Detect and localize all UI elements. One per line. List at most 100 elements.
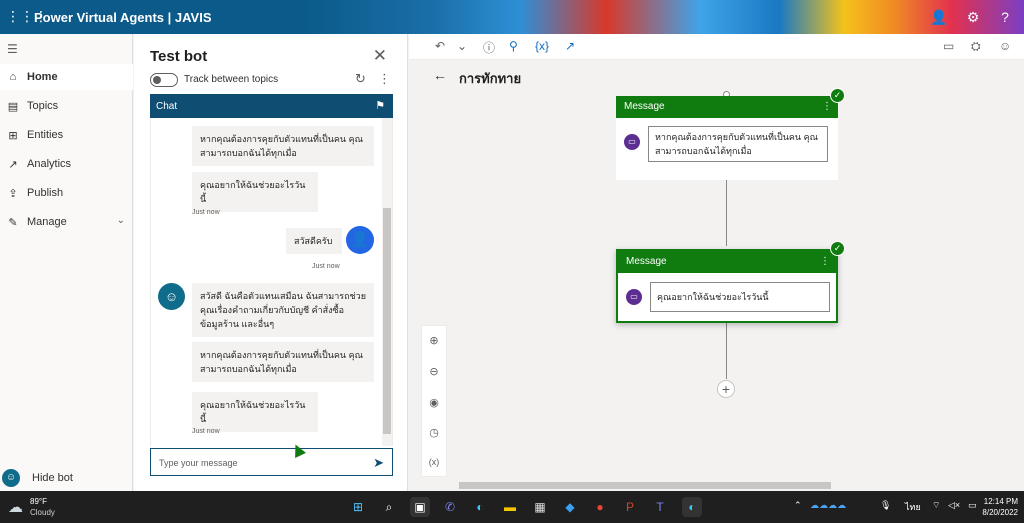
hide-bot-button[interactable]: ☺ Hide bot bbox=[0, 466, 133, 490]
account-icon[interactable]: 👤 bbox=[930, 8, 948, 26]
timestamp: Just now bbox=[312, 263, 340, 270]
hamburger-icon[interactable]: ☰ bbox=[7, 42, 18, 56]
nav-item-analytics[interactable]: ↗ Analytics bbox=[0, 151, 133, 177]
topic-title: การทักทาย bbox=[459, 71, 522, 86]
nav-item-topics[interactable]: ▤ Topics bbox=[0, 93, 133, 119]
track-label: Track between topics bbox=[184, 74, 279, 85]
onedrive-icon[interactable]: ☁☁☁☁ bbox=[810, 500, 846, 511]
add-node-button[interactable]: + bbox=[717, 380, 735, 398]
nav-item-label: Topics bbox=[27, 100, 59, 112]
search-icon[interactable]: ⌕ bbox=[379, 497, 399, 517]
system-clock[interactable]: 12:14 PM 8/20/2022 bbox=[982, 496, 1018, 518]
analytics-icon: ↗ bbox=[8, 158, 18, 171]
windows-taskbar: ☁ 89°F Cloudy ⊞ ⌕ ▣ ✆ ◐ ▬ ▦ ◆ ● P T ◐ ⌃ … bbox=[0, 491, 1024, 523]
zoom-in-icon[interactable]: ⊕ bbox=[422, 334, 446, 347]
mic-icon[interactable]: 🎙 bbox=[880, 500, 891, 511]
wifi-icon[interactable]: ⌔ bbox=[932, 500, 940, 511]
topic-checker-icon[interactable]: ⚲ bbox=[509, 39, 518, 53]
more-icon[interactable]: ⋮ bbox=[820, 251, 830, 273]
message-node-selected[interactable]: Message ⋮ ▭ คุณอยากให้ฉันช่วยอะไรวันนี้ bbox=[616, 249, 838, 323]
chrome-icon[interactable]: ● bbox=[590, 497, 610, 517]
track-toggle[interactable] bbox=[150, 73, 178, 87]
flag-icon[interactable]: ⚑ bbox=[375, 99, 385, 112]
publish-icon: ⇪ bbox=[8, 187, 18, 200]
check-icon: ✓ bbox=[830, 88, 845, 103]
bot-message: หากคุณต้องการคุยกับตัวแทนที่เป็นคน คุณ ส… bbox=[192, 342, 374, 382]
authoring-canvas[interactable]: ↶ ⌄ ⓘ ⚲ {x} ↗ ▭ ⛭ ☺ ← การทักทาย Message … bbox=[409, 34, 1024, 491]
more-icon[interactable]: ⋮ bbox=[378, 71, 391, 87]
edge-active-icon[interactable]: ◐ bbox=[682, 497, 702, 517]
history-icon[interactable]: ◷ bbox=[422, 426, 446, 439]
bot-avatar: ☺ bbox=[158, 283, 185, 310]
analytics-icon[interactable]: ↗ bbox=[565, 39, 575, 53]
app-title: Power Virtual Agents | JAVIS bbox=[34, 10, 212, 25]
settings-icon[interactable]: ⚙ bbox=[964, 8, 982, 26]
timestamp: Just now bbox=[192, 209, 220, 216]
header-decoration bbox=[304, 0, 1024, 34]
hide-bot-label: Hide bot bbox=[32, 472, 73, 484]
flow-connector bbox=[726, 180, 727, 246]
manage-icon: ✎ bbox=[8, 216, 18, 229]
nav-item-entities[interactable]: ⊞ Entities bbox=[0, 122, 133, 148]
message-icon: ▭ bbox=[626, 289, 642, 305]
fit-view-icon[interactable]: ◉ bbox=[422, 396, 446, 409]
chevron-down-icon[interactable]: ⌄ bbox=[457, 39, 467, 53]
app-header: ⋮⋮⋮ Power Virtual Agents | JAVIS 👤 ⚙ ? bbox=[0, 0, 1024, 34]
task-view-icon[interactable]: ▣ bbox=[410, 497, 430, 517]
home-icon: ⌂ bbox=[9, 71, 17, 83]
cloud-icon[interactable]: ☁ bbox=[8, 498, 23, 516]
send-icon[interactable]: ➤ bbox=[373, 455, 384, 471]
canvas-hscrollbar[interactable] bbox=[459, 482, 831, 489]
powerpoint-icon[interactable]: P bbox=[620, 497, 640, 517]
clock-date: 8/20/2022 bbox=[982, 508, 1018, 517]
comments-icon[interactable]: ▭ bbox=[943, 39, 954, 53]
file-explorer-icon[interactable]: ▬ bbox=[500, 497, 520, 517]
weather-temp: 89°F bbox=[30, 497, 47, 506]
chat-scrollbar[interactable] bbox=[382, 118, 392, 446]
message-node-text[interactable]: หากคุณต้องการคุยกับตัวแทนที่เป็นคน คุณ ส… bbox=[648, 126, 828, 162]
message-input[interactable]: Type your message ➤ bbox=[150, 448, 393, 476]
bot-icon[interactable]: ☺ bbox=[999, 39, 1011, 53]
refresh-icon[interactable]: ↻ bbox=[355, 71, 366, 87]
nav-item-manage[interactable]: ✎ Manage ⌄ bbox=[0, 209, 133, 235]
app-launcher-icon[interactable]: ⋮⋮⋮ bbox=[6, 9, 48, 23]
nav-item-publish[interactable]: ⇪ Publish bbox=[0, 180, 133, 206]
variables-icon[interactable]: (x) bbox=[422, 457, 446, 467]
teams-icon[interactable]: T bbox=[650, 497, 670, 517]
share-icon[interactable]: ⛭ bbox=[971, 39, 981, 54]
chat-header: Chat ⚑ bbox=[150, 94, 393, 118]
message-node[interactable]: Message ⋮ ▭ หากคุณต้องการคุยกับตัวแทนที่… bbox=[616, 96, 838, 180]
message-node-header: Message ⋮ bbox=[616, 96, 838, 118]
language-indicator[interactable]: ไทย bbox=[905, 500, 921, 514]
app-icon[interactable]: ◆ bbox=[560, 497, 580, 517]
back-arrow-icon[interactable]: ← bbox=[433, 67, 447, 83]
undo-icon[interactable]: ↶ bbox=[435, 39, 445, 53]
bot-message: หากคุณต้องการคุยกับตัวแทนที่เป็นคน คุณ ส… bbox=[192, 126, 374, 166]
variables-icon[interactable]: {x} bbox=[535, 39, 549, 53]
weather-state: Cloudy bbox=[30, 508, 55, 517]
battery-icon[interactable]: ▭ bbox=[968, 500, 977, 511]
info-icon[interactable]: ⓘ bbox=[483, 39, 495, 56]
clock-time: 12:14 PM bbox=[983, 497, 1018, 506]
scrollbar-thumb[interactable] bbox=[383, 208, 391, 434]
store-icon[interactable]: ▦ bbox=[530, 497, 550, 517]
bot-message: คุณอยากให้ฉันช่วยอะไรวันนี้ bbox=[192, 172, 318, 212]
help-icon[interactable]: ? bbox=[996, 8, 1014, 26]
user-avatar: 👤 bbox=[346, 226, 374, 254]
nav-item-home[interactable]: ⌂ Home bbox=[0, 64, 133, 90]
edge-icon[interactable]: ◐ bbox=[470, 497, 490, 517]
volume-icon[interactable]: ◁× bbox=[948, 500, 960, 511]
zoom-out-icon[interactable]: ⊖ bbox=[422, 365, 446, 378]
flow-connector bbox=[726, 323, 727, 379]
bot-message: สวัสดี ฉันคือตัวแทนเสมือน ฉันสามารถช่วยค… bbox=[192, 283, 374, 337]
chat-icon[interactable]: ✆ bbox=[440, 497, 460, 517]
nav-item-label: Entities bbox=[27, 129, 64, 141]
start-icon[interactable]: ⊞ bbox=[348, 497, 368, 517]
message-icon: ▭ bbox=[624, 134, 640, 150]
close-icon[interactable]: ✕ bbox=[373, 46, 387, 66]
chat-transcript[interactable]: หากคุณต้องการคุยกับตัวแทนที่เป็นคน คุณ ส… bbox=[150, 118, 393, 446]
message-node-text[interactable]: คุณอยากให้ฉันช่วยอะไรวันนี้ bbox=[650, 282, 830, 312]
nav-item-label: Analytics bbox=[27, 158, 72, 170]
message-node-title: Message bbox=[624, 101, 665, 112]
chevron-up-icon[interactable]: ⌃ bbox=[794, 500, 802, 511]
